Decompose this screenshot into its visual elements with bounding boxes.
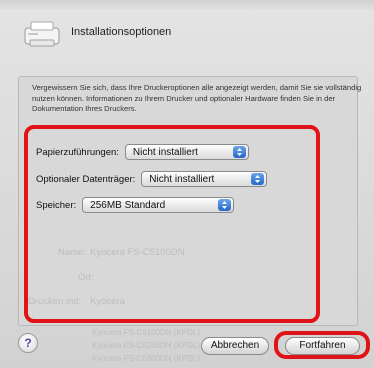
- options-highlight-frame: [24, 125, 320, 323]
- background-list-item: Kyocera FS-C5200DN (KPDL): [92, 341, 201, 350]
- background-list-item: Kyocera FS-C5300DN (KPDL): [92, 354, 201, 363]
- window-background-edge: [0, 0, 374, 10]
- background-list-item: Kyocera FS-C5100DN (KPDL): [92, 328, 201, 337]
- printer-icon: [22, 18, 62, 50]
- cancel-button[interactable]: Abbrechen: [201, 337, 269, 355]
- help-button[interactable]: ?: [18, 333, 38, 353]
- panel-description: Vergewissern Sie sich, dass Ihre Drucker…: [32, 83, 362, 113]
- continue-highlight-frame: [274, 331, 370, 359]
- sheet-header: Installationsoptionen: [14, 14, 354, 54]
- sheet-title: Installationsoptionen: [71, 26, 172, 38]
